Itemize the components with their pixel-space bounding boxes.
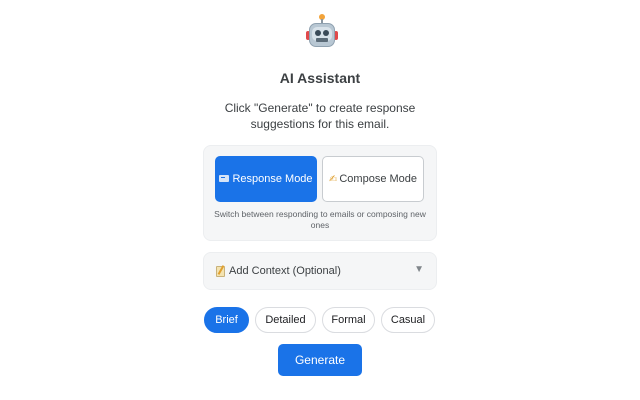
generate-button[interactable]: Generate xyxy=(278,344,362,376)
instructions-text: Click "Generate" to create response sugg… xyxy=(224,101,416,131)
mode-hint-text: Switch between responding to emails or c… xyxy=(214,209,426,230)
tone-brief-button[interactable]: Brief xyxy=(204,307,249,333)
tone-formal-button[interactable]: Formal xyxy=(322,307,375,333)
compose-mode-label: Compose Mode xyxy=(339,172,418,185)
pencil-icon: ✍ xyxy=(328,173,338,185)
tone-casual-button[interactable]: Casual xyxy=(381,307,435,333)
memo-icon xyxy=(216,266,225,277)
response-mode-label: Response Mode xyxy=(232,172,313,185)
compose-mode-button[interactable]: ✍ Compose Mode xyxy=(322,156,424,202)
id-card-icon xyxy=(219,175,230,183)
add-context-toggle[interactable]: Add Context (Optional) ▼ xyxy=(203,252,437,290)
add-context-label: Add Context (Optional) xyxy=(229,265,341,277)
tone-detailed-button[interactable]: Detailed xyxy=(255,307,316,333)
response-mode-button[interactable]: Response Mode xyxy=(215,156,317,202)
page-title: AI Assistant xyxy=(279,70,361,86)
chevron-down-icon: ▼ xyxy=(414,264,424,275)
robot-icon xyxy=(306,14,338,48)
